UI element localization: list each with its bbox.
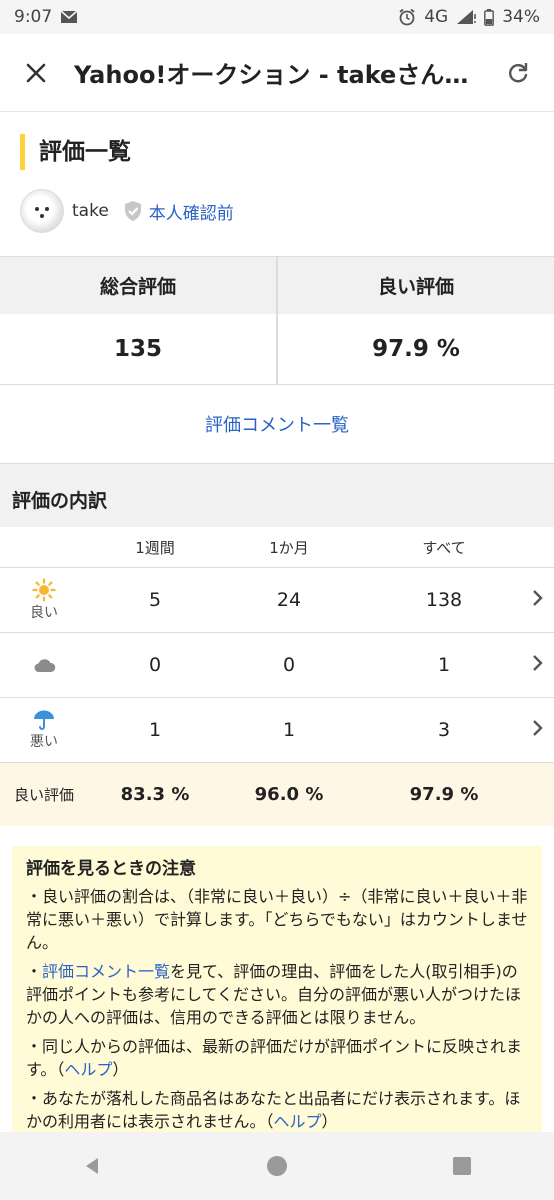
close-button[interactable] — [18, 55, 54, 91]
comment-link-row: 評価コメント一覧 — [0, 385, 554, 464]
umbrella-icon — [34, 710, 54, 730]
user-name[interactable]: take — [72, 201, 109, 221]
note-1: ・良い評価の割合は、（非常に良い＋良い）÷（非常に良い＋良い＋非常に悪い＋悪い）… — [26, 887, 528, 952]
col-month: 1か月 — [269, 538, 309, 557]
notes-title: 評価を見るときの注意 — [26, 859, 196, 879]
refresh-button[interactable] — [500, 55, 536, 91]
summary-total-label: 総合評価 — [0, 257, 276, 314]
bad-week: 1 — [148, 719, 162, 741]
breakdown-header: 1週間 1か月 すべて — [0, 527, 554, 568]
summary-good: 良い評価 97.9 % — [276, 257, 554, 384]
back-triangle-icon — [86, 1158, 99, 1174]
bad-all: 3 — [437, 719, 451, 741]
note-2-prefix: ・ — [26, 962, 43, 981]
bad-month: 1 — [282, 719, 296, 741]
verify-status[interactable]: 本人確認前 — [123, 199, 234, 224]
recents-button[interactable] — [444, 1148, 480, 1184]
good-month: 24 — [276, 589, 302, 611]
summary-good-label: 良い評価 — [278, 257, 554, 314]
row-label-good: 良い — [30, 605, 58, 621]
table-row-neutral[interactable]: 0 0 1 — [0, 633, 554, 698]
summary-total: 総合評価 135 — [0, 257, 276, 384]
system-nav-bar — [0, 1132, 554, 1200]
good-all: 138 — [425, 589, 463, 611]
section-title: 評価一覧 — [20, 134, 534, 170]
neutral-all: 1 — [437, 654, 451, 676]
note-4: ・あなたが落札した商品名はあなたと出品者にだけ表示されます。ほかの利用者には表示… — [26, 1087, 528, 1133]
table-row-bad[interactable]: 悪い 1 1 3 — [0, 698, 554, 763]
status-bar: 9:07 4G 34% — [0, 0, 554, 34]
notes-box: 評価を見るときの注意 ・良い評価の割合は、（非常に良い＋良い）÷（非常に良い＋良… — [12, 846, 542, 1151]
close-icon — [26, 63, 46, 82]
comment-list-inline-link[interactable]: 評価コメント一覧 — [42, 962, 170, 981]
home-button[interactable] — [259, 1148, 295, 1184]
shield-check-icon — [124, 201, 141, 221]
sun-icon — [32, 578, 56, 602]
verify-label: 本人確認前 — [148, 203, 234, 224]
alarm-icon — [398, 8, 416, 26]
comment-list-link[interactable]: 評価コメント一覧 — [205, 411, 349, 437]
refresh-icon — [509, 62, 528, 82]
row-label-bad: 悪い — [30, 734, 58, 750]
chevron-right-icon — [533, 654, 543, 671]
divider — [0, 464, 554, 472]
note-3: ・同じ人からの評価は、最新の評価だけが評価ポイントに反映されます。（ヘルプ） — [26, 1035, 528, 1081]
recents-square-icon — [452, 1157, 471, 1175]
col-all: すべて — [422, 538, 466, 557]
signal-icon — [456, 9, 477, 25]
help-link[interactable]: ヘルプ — [64, 1060, 112, 1079]
good-week: 5 — [148, 589, 162, 611]
app-bar: Yahoo!オークション - takeさんの… — [0, 34, 554, 112]
good-rate-label: 良い評価 — [14, 786, 75, 804]
summary-table: 総合評価 135 良い評価 97.9 % — [0, 256, 554, 385]
help-link[interactable]: ヘルプ — [274, 1112, 322, 1131]
user-row: take 本人確認前 — [20, 188, 534, 234]
breakdown-title: 評価の内訳 — [0, 472, 554, 527]
good-rate-month: 96.0 % — [254, 784, 324, 805]
cloud-icon — [34, 659, 56, 672]
neutral-week: 0 — [148, 654, 162, 676]
table-row-good[interactable]: 良い 5 24 138 — [0, 568, 554, 633]
note-4-end: ） — [321, 1112, 338, 1131]
battery-label: 34% — [502, 7, 540, 27]
neutral-month: 0 — [282, 654, 296, 676]
status-time: 9:07 — [14, 7, 53, 27]
good-rate-all: 97.9 % — [409, 784, 479, 805]
mail-icon — [60, 10, 78, 24]
note-2: ・評価コメント一覧を見て、評価の理由、評価をした人(取引相手)の評価ポイントも参… — [26, 960, 528, 1029]
network-label: 4G — [424, 7, 449, 27]
chevron-right-icon — [533, 589, 543, 606]
good-rate-week: 83.3 % — [120, 784, 190, 805]
back-button[interactable] — [74, 1148, 110, 1184]
page-title: Yahoo!オークション - takeさんの… — [74, 61, 482, 89]
home-circle-icon — [266, 1156, 287, 1176]
note-3-end: ） — [112, 1060, 129, 1079]
good-rate-row: 良い評価 83.3 % 96.0 % 97.9 % — [0, 763, 554, 826]
avatar[interactable] — [20, 189, 64, 233]
col-week: 1週間 — [135, 538, 175, 557]
summary-total-value: 135 — [113, 336, 162, 362]
summary-good-value: 97.9 % — [372, 336, 460, 362]
chevron-right-icon — [533, 719, 543, 736]
battery-icon — [484, 8, 495, 26]
